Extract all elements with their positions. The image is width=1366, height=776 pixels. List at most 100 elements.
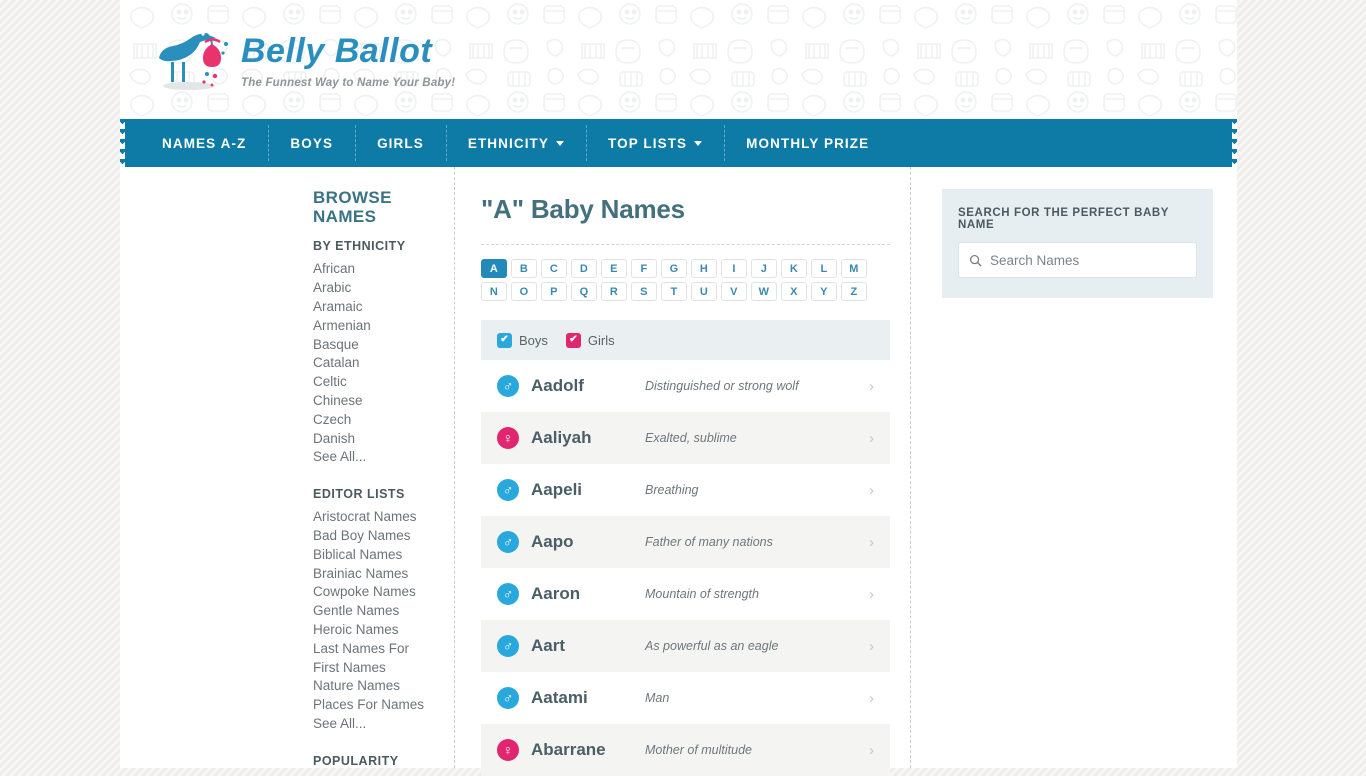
sidebar-link-basque[interactable]: Basque (313, 336, 428, 355)
alphabet-button-r[interactable]: R (601, 282, 627, 301)
search-input[interactable] (990, 252, 1186, 268)
name-label: Abarrane (531, 740, 606, 759)
alphabet-button-f[interactable]: F (631, 259, 657, 278)
name-label: Aaron (531, 584, 581, 603)
search-box[interactable] (958, 242, 1197, 278)
name-row[interactable]: ♂ Aapeli Breathing › (481, 464, 890, 516)
sidebar-link-catalan[interactable]: Catalan (313, 354, 428, 373)
site-logo[interactable]: Belly Ballot The Funnest Way to Name You… (149, 22, 455, 94)
alphabet-button-v[interactable]: V (721, 282, 747, 301)
name-row[interactable]: ♂ Aaron Mountain of strength › (481, 568, 890, 620)
alphabet-button-z[interactable]: Z (841, 282, 867, 301)
alphabet-button-j[interactable]: J (751, 259, 777, 278)
filter-girls[interactable]: ✔ Girls (565, 332, 615, 348)
sidebar-link-see-all[interactable]: See All... (313, 448, 428, 467)
alphabet-button-d[interactable]: D (571, 259, 597, 278)
male-gender-icon: ♂ (497, 635, 519, 657)
sidebar-link-biblical-names[interactable]: Biblical Names (313, 546, 428, 565)
sidebar-link-last-names-for-first-names[interactable]: Last Names For First Names (313, 640, 428, 678)
page-container: Belly Ballot The Funnest Way to Name You… (120, 0, 1237, 776)
alphabet-button-q[interactable]: Q (571, 282, 597, 301)
sidebar-link-danish[interactable]: Danish (313, 430, 428, 449)
name-meaning: Breathing (645, 483, 699, 497)
names-main-column: "A" Baby Names ABCDEFGHIJKLM NOPQRSTUVWXY… (455, 167, 910, 776)
sidebar-link-chinese[interactable]: Chinese (313, 392, 428, 411)
sidebar-link-brainiac-names[interactable]: Brainiac Names (313, 565, 428, 584)
sidebar-link-gentle-names[interactable]: Gentle Names (313, 602, 428, 621)
nav-item-ethnicity[interactable]: ETHNICITY (445, 119, 586, 167)
name-row[interactable]: ♂ Aadolf Distinguished or strong wolf › (481, 360, 890, 412)
sidebar-link-aristocrat-names[interactable]: Aristocrat Names (313, 508, 428, 527)
alphabet-button-i[interactable]: I (721, 259, 747, 278)
alphabet-button-e[interactable]: E (601, 259, 627, 278)
sidebar-link-aramaic[interactable]: Aramaic (313, 298, 428, 317)
sidebar-section-heading: POPULARITY (313, 753, 399, 768)
name-meaning: Mountain of strength (645, 587, 759, 601)
alphabet-button-y[interactable]: Y (811, 282, 837, 301)
name-meaning: Mother of multitude (645, 743, 752, 757)
alphabet-button-w[interactable]: W (751, 282, 777, 301)
checkbox-boys[interactable]: ✔ (497, 332, 512, 348)
alphabet-button-l[interactable]: L (811, 259, 837, 278)
chevron-down-icon (556, 140, 564, 146)
male-gender-icon: ♂ (497, 479, 519, 501)
alphabet-button-o[interactable]: O (511, 282, 537, 301)
male-gender-icon: ♂ (497, 687, 519, 709)
sidebar-heading: BROWSE NAMES (313, 188, 392, 226)
name-label: Aapo (531, 532, 574, 551)
nav-item-label: GIRLS (377, 135, 424, 151)
nav-item-names-a-z[interactable]: NAMES A-Z (140, 119, 268, 167)
alphabet-button-c[interactable]: C (541, 259, 567, 278)
male-gender-icon: ♂ (497, 583, 519, 605)
sidebar-link-celtic[interactable]: Celtic (313, 373, 428, 392)
nav-item-monthly-prize[interactable]: MONTHLY PRIZE (724, 119, 891, 167)
alphabet-button-s[interactable]: S (631, 282, 657, 301)
alphabet-button-t[interactable]: T (661, 282, 687, 301)
alphabet-button-h[interactable]: H (691, 259, 717, 278)
chevron-right-icon: › (869, 377, 874, 395)
name-label: Aapeli (531, 480, 583, 499)
chevron-right-icon: › (869, 741, 874, 759)
nav-item-girls[interactable]: GIRLS (355, 119, 446, 167)
names-list: ♂ Aadolf Distinguished or strong wolf › ♀ Aal… (481, 360, 890, 776)
checkbox-girls[interactable]: ✔ (565, 332, 581, 348)
title-divider (481, 244, 890, 245)
sidebar-link-armenian[interactable]: Armenian (313, 317, 428, 336)
site-header: Belly Ballot The Funnest Way to Name You… (120, 0, 1237, 119)
sidebar-link-heroic-names[interactable]: Heroic Names (313, 621, 428, 640)
sidebar-link-cowpoke-names[interactable]: Cowpoke Names (313, 583, 428, 602)
sidebar-link-places-for-names[interactable]: Places For Names (313, 696, 428, 715)
nav-item-boys[interactable]: BOYS (268, 119, 355, 167)
nav-item-top-lists[interactable]: TOP LISTS (586, 119, 724, 167)
alphabet-button-u[interactable]: U (691, 282, 717, 301)
sidebar-link-bad-boy-names[interactable]: Bad Boy Names (313, 527, 428, 546)
gender-filter-bar: ✔ Boys ✔ Girls (481, 320, 890, 360)
alphabet-button-p[interactable]: P (541, 282, 567, 301)
nav-item-label: BOYS (290, 135, 334, 151)
name-row[interactable]: ♂ Aart As powerful as an eagle › (481, 620, 890, 672)
name-label: Aaliyah (531, 428, 592, 447)
name-meaning: Exalted, sublime (645, 431, 737, 445)
filter-label-girls: Girls (587, 332, 615, 348)
filter-boys[interactable]: ✔ Boys (497, 332, 548, 348)
chevron-right-icon: › (869, 585, 874, 603)
alphabet-button-g[interactable]: G (661, 259, 687, 278)
alphabet-button-a[interactable]: A (481, 259, 507, 278)
alphabet-button-n[interactable]: N (481, 282, 507, 301)
alphabet-button-k[interactable]: K (781, 259, 807, 278)
sidebar-link-czech[interactable]: Czech (313, 411, 428, 430)
alphabet-button-x[interactable]: X (781, 282, 807, 301)
alphabet-button-m[interactable]: M (841, 259, 867, 278)
nav-item-label: TOP LISTS (608, 135, 688, 151)
name-row[interactable]: ♀ Aaliyah Exalted, sublime › (481, 412, 890, 464)
name-row[interactable]: ♀ Abarrane Mother of multitude › (481, 724, 890, 776)
sidebar-link-african[interactable]: African (313, 260, 428, 279)
name-meaning: Man (645, 691, 670, 705)
name-row[interactable]: ♂ Aapo Father of many nations › (481, 516, 890, 568)
sidebar-link-arabic[interactable]: Arabic (313, 279, 428, 298)
sidebar-link-see-all[interactable]: See All... (313, 715, 428, 734)
sidebar-link-nature-names[interactable]: Nature Names (313, 677, 428, 696)
alphabet-button-b[interactable]: B (511, 259, 537, 278)
male-gender-icon: ♂ (497, 375, 519, 397)
name-row[interactable]: ♂ Aatami Man › (481, 672, 890, 724)
